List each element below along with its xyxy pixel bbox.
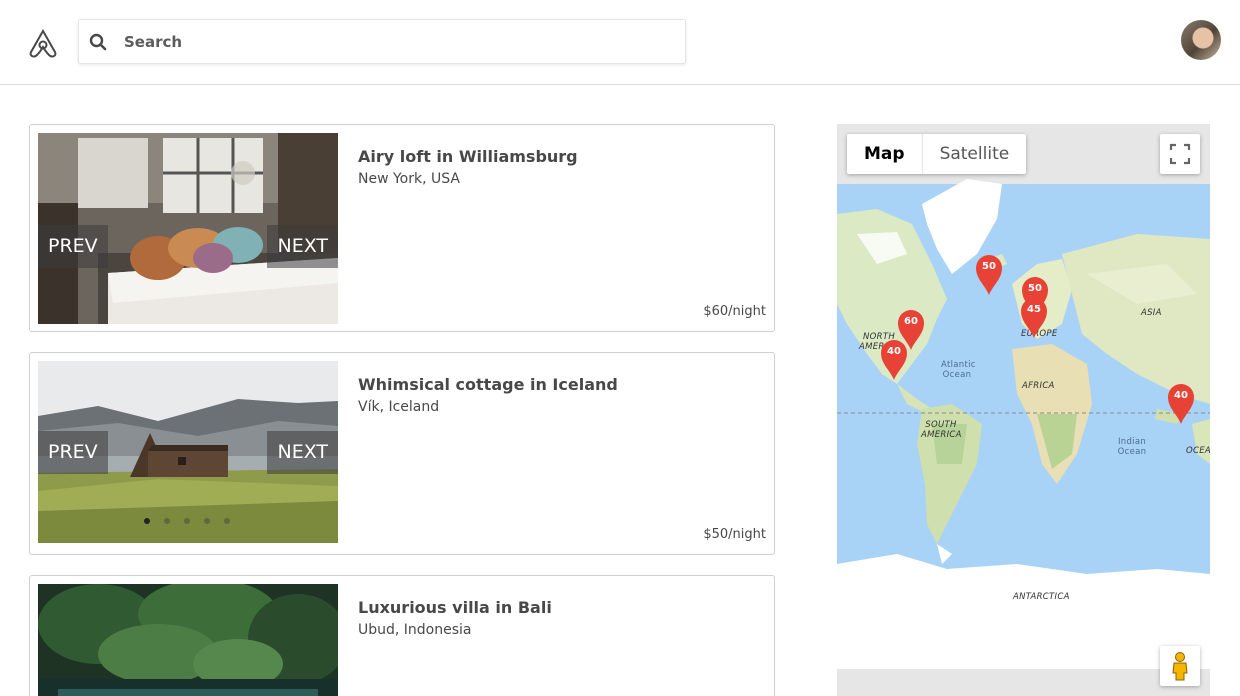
- map-marker[interactable]: 40: [881, 340, 907, 380]
- listing-location: Vík, Iceland: [358, 399, 440, 415]
- listing-photo: [38, 584, 338, 696]
- pagination-dot[interactable]: [184, 518, 190, 524]
- listing-card[interactable]: Luxurious villa in Bali Ubud, Indonesia: [29, 575, 775, 696]
- world-map: [837, 124, 1210, 696]
- map-marker[interactable]: 45: [1021, 298, 1047, 338]
- label-atlantic-ocean: Atlantic Ocean: [941, 360, 976, 380]
- listing-location: Ubud, Indonesia: [358, 622, 472, 638]
- fullscreen-button[interactable]: [1160, 134, 1200, 174]
- street-view-button[interactable]: [1160, 646, 1200, 686]
- listing-title[interactable]: Airy loft in Williamsburg: [358, 147, 578, 166]
- pagination-dot[interactable]: [224, 518, 230, 524]
- pagination-dot[interactable]: [164, 518, 170, 524]
- label-antarctica: ANTARCTICA: [1013, 592, 1070, 602]
- search-bar[interactable]: [78, 19, 686, 64]
- map-type-satellite-button[interactable]: Satellite: [923, 134, 1027, 174]
- photo-pagination: [144, 518, 230, 524]
- map-marker[interactable]: 50: [976, 255, 1002, 295]
- photo-prev-button[interactable]: PREV: [38, 225, 108, 268]
- label-south-america: SOUTH AMERICA: [921, 420, 962, 440]
- pagination-dot[interactable]: [144, 518, 150, 524]
- map-marker[interactable]: 40: [1168, 384, 1194, 424]
- label-asia: ASIA: [1141, 308, 1162, 318]
- listing-location: New York, USA: [358, 171, 460, 187]
- listing-photo: PREV NEXT: [38, 361, 338, 543]
- search-icon: [89, 33, 107, 51]
- label-africa: AFRICA: [1022, 381, 1055, 391]
- label-indian-ocean: Indian Ocean: [1117, 437, 1147, 457]
- search-input[interactable]: [124, 20, 679, 63]
- fullscreen-icon: [1169, 143, 1191, 165]
- map-type-control: Map Satellite: [847, 134, 1027, 174]
- listing-card[interactable]: PREV NEXT Airy loft in Williamsburg New …: [29, 124, 775, 332]
- photo-next-button[interactable]: NEXT: [267, 225, 338, 268]
- user-avatar[interactable]: [1181, 20, 1221, 60]
- listing-price: $60/night: [703, 304, 766, 319]
- listing-title[interactable]: Whimsical cottage in Iceland: [358, 375, 618, 394]
- top-bar: [0, 0, 1240, 85]
- listing-price: $50/night: [703, 527, 766, 542]
- pegman-icon: [1172, 652, 1188, 681]
- listing-card[interactable]: PREV NEXT Whimsical cottage in Iceland V…: [29, 352, 775, 555]
- airbnb-logo-icon[interactable]: [26, 27, 60, 59]
- pagination-dot[interactable]: [204, 518, 210, 524]
- map-type-map-button[interactable]: Map: [847, 134, 923, 174]
- photo-prev-button[interactable]: PREV: [38, 431, 108, 474]
- listing-photo: PREV NEXT: [38, 133, 338, 324]
- map-panel[interactable]: NORTH AMERICA SOUTH AMERICA EUROPE ASIA …: [837, 124, 1210, 696]
- listing-title[interactable]: Luxurious villa in Bali: [358, 598, 552, 617]
- photo-next-button[interactable]: NEXT: [267, 431, 338, 474]
- label-ocean-edge: OCEA: [1186, 446, 1210, 456]
